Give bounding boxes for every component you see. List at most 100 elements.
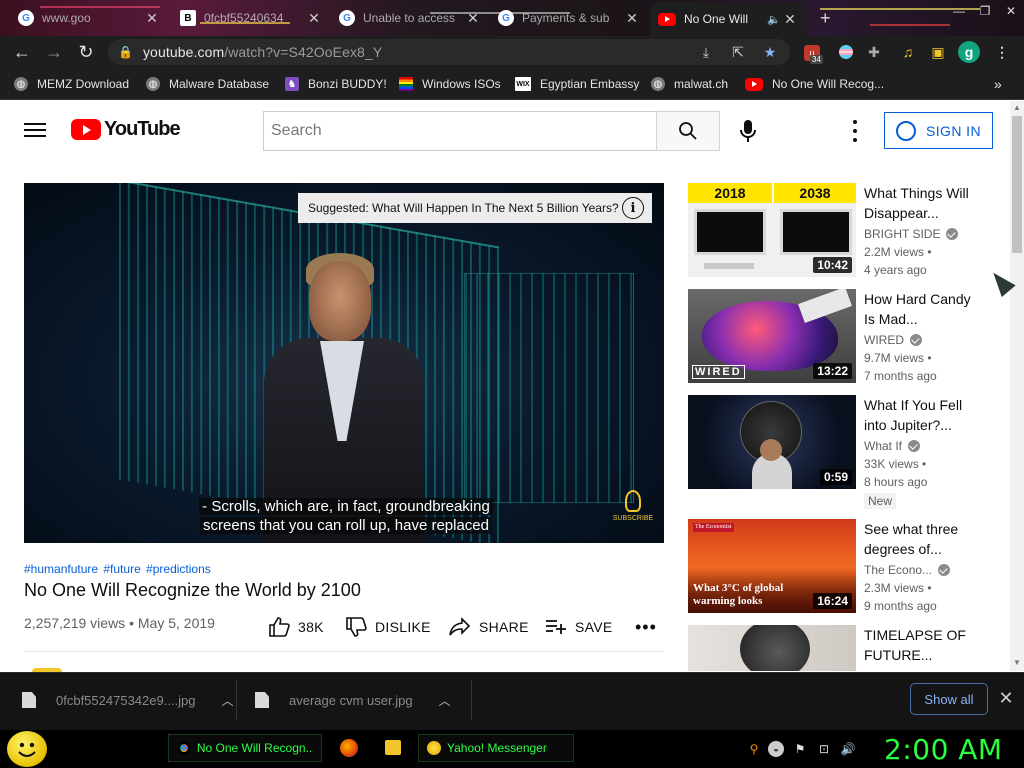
verified-icon [946,228,959,240]
video-stats: 2,257,219 views • May 5, 2019 [24,615,215,631]
file-icon [255,692,269,708]
close-tab-icon[interactable]: ✕ [465,10,481,27]
channel-label: WIRED [864,333,904,347]
show-all-downloads-button[interactable]: Show all [910,683,988,715]
folder-icon[interactable] [385,740,401,755]
chevron-up-icon[interactable]: ︿ [222,692,234,709]
taskbar-yahoo-messenger[interactable]: Yahoo! Messenger [418,734,574,762]
globe-icon: ◍ [14,77,28,91]
search-tray-icon[interactable]: ⚲ [746,741,762,757]
close-tab-icon[interactable]: ✕ [624,10,640,27]
wired-logo: WIRED [692,365,745,379]
tab-unable-to-access[interactable]: G Unable to access ✕ [331,4,489,32]
scrollbar-thumb[interactable] [1012,116,1022,253]
tab-label: www.goo [42,11,91,25]
download-item[interactable]: 0fcbf552475342e9....jpg ︿ [22,682,234,718]
bookmark-malware-db[interactable]: ◍ Malware Database [146,74,269,94]
tab-google-search[interactable]: G www.goo ✕ [10,4,168,32]
tab-image[interactable]: B 0fcbf55240634 ✕ [172,4,330,32]
bookmark-youtube-video[interactable]: No One Will Recog... [745,74,884,94]
recommended-video[interactable]: WIRED 13:22 How Hard Candy Is Mad... WIR… [688,289,1004,385]
flag-extension-icon[interactable] [836,43,856,61]
search-button[interactable] [656,111,720,151]
bookmark-bonzi[interactable]: ♞ Bonzi BUDDY! [285,74,387,94]
sign-in-button[interactable]: SIGN IN [884,112,993,149]
share-button[interactable]: SHARE [449,616,529,638]
channel-label: What If [864,439,903,453]
restore-icon[interactable]: ❐ [972,0,998,22]
save-button[interactable]: SAVE [545,616,613,638]
verified-icon [938,564,951,576]
chevron-up-icon[interactable]: ︿ [439,692,451,709]
tab-label: Payments & sub [522,11,610,25]
new-tab-button[interactable]: + [812,4,840,32]
bookmark-memz[interactable]: ◍ MEMZ Download [14,74,129,94]
recommended-video[interactable]: 2018 2038 10:42 What Things Will Disappe… [688,183,1004,279]
share-page-icon[interactable]: ⇱ [728,43,748,61]
tab-strip: G www.goo ✕ B 0fcbf55240634 ✕ G Unable t… [0,0,1024,36]
bookmark-windows-isos[interactable]: Windows ISOs [399,74,501,94]
video-player[interactable] [24,183,664,543]
recommended-video[interactable]: 0:59 What If You Fell into Jupiter?... W… [688,395,1004,517]
globe-icon: ◍ [146,77,160,91]
bookmark-label: No One Will Recog... [772,77,885,91]
forward-icon[interactable]: → [42,40,66,64]
microphone-icon[interactable] [736,118,760,144]
tab-label: No One Will [684,12,749,26]
close-window-icon[interactable]: ✕ [998,0,1024,22]
speaker-icon[interactable]: 🔈 [766,13,782,26]
subscribe-watermark[interactable]: SUBSCRIBE [608,490,658,534]
address-bar[interactable]: 🔒 youtube.com/watch?v=S42OoEex8_Y [108,39,790,65]
more-actions-icon[interactable]: ••• [635,616,657,638]
close-tab-icon[interactable]: ✕ [306,10,322,27]
hamburger-menu-icon[interactable] [24,120,46,138]
bookmark-malwatch[interactable]: ◍ malwat.ch [651,74,728,94]
computer-monitor [694,209,766,255]
taskbar-chrome-window[interactable]: No One Will Recogn... [168,734,322,762]
extensions-puzzle-icon[interactable]: ✚ [864,43,884,61]
side-panel-icon[interactable]: ▣ [928,43,948,61]
suggested-card[interactable]: Suggested: What Will Happen In The Next … [298,193,652,223]
channel-label: BRIGHT SIDE [864,227,941,241]
close-downloads-icon[interactable]: ✕ [996,688,1016,708]
minimize-icon[interactable]: — [946,0,972,22]
network-icon[interactable]: ⊡ [816,741,832,757]
computer-monitor [780,209,852,255]
more-options-icon[interactable] [847,120,863,142]
recommended-video[interactable]: The Economist What 3°C of global warming… [688,519,1004,615]
security-flag-icon[interactable]: ⚑ [792,741,808,757]
scroll-up-arrow[interactable]: ▲ [1010,103,1024,113]
like-button[interactable]: 38K [268,616,324,638]
close-tab-icon[interactable]: ✕ [144,10,160,27]
info-icon[interactable]: i [622,197,644,219]
clock[interactable]: 2:00 AM [884,733,1003,766]
google-icon: G [339,10,355,26]
recommended-video[interactable]: TIMELAPSE OF FUTURE... [688,625,1004,671]
bookmark-star-icon[interactable]: ★ [760,43,780,61]
volume-icon[interactable]: 🔊 [840,741,856,757]
hashtags[interactable]: #humanfuture #future #predictions [24,562,211,576]
recommended-title: How Hard Candy Is Mad... [864,291,971,327]
install-icon[interactable]: ⤓ [696,43,716,61]
profile-avatar[interactable]: g [958,41,980,63]
tab-youtube-active[interactable]: No One Will 🔈 ✕ [650,2,806,36]
youtube-logo[interactable]: YouTube [71,118,181,141]
dislike-button[interactable]: DISLIKE [345,616,431,638]
reload-icon[interactable]: ↻ [74,40,98,64]
firefox-icon[interactable] [340,739,358,757]
search-input[interactable]: Search [263,111,657,151]
close-tab-icon[interactable]: ✕ [782,11,798,28]
chrome-menu-icon[interactable]: ⋮ [992,43,1012,61]
sign-in-label: SIGN IN [926,122,981,139]
messenger-tray-icon[interactable]: ◒ [768,741,784,757]
download-item[interactable]: average cvm user.jpg ︿ [255,682,451,718]
smiley-start-icon[interactable] [7,731,47,767]
scroll-down-arrow[interactable]: ▼ [1010,658,1024,668]
bookmark-egyptian-embassy[interactable]: WIX Egyptian Embassy [515,74,639,94]
media-control-icon[interactable]: ♫ [898,43,918,61]
tab-payments[interactable]: G Payments & sub ✕ [490,4,648,32]
bookmarks-overflow[interactable]: » [994,74,1002,94]
search-icon [679,122,697,140]
caption-line: screens that you can roll up, have repla… [199,517,492,534]
back-icon[interactable]: ← [10,40,34,64]
